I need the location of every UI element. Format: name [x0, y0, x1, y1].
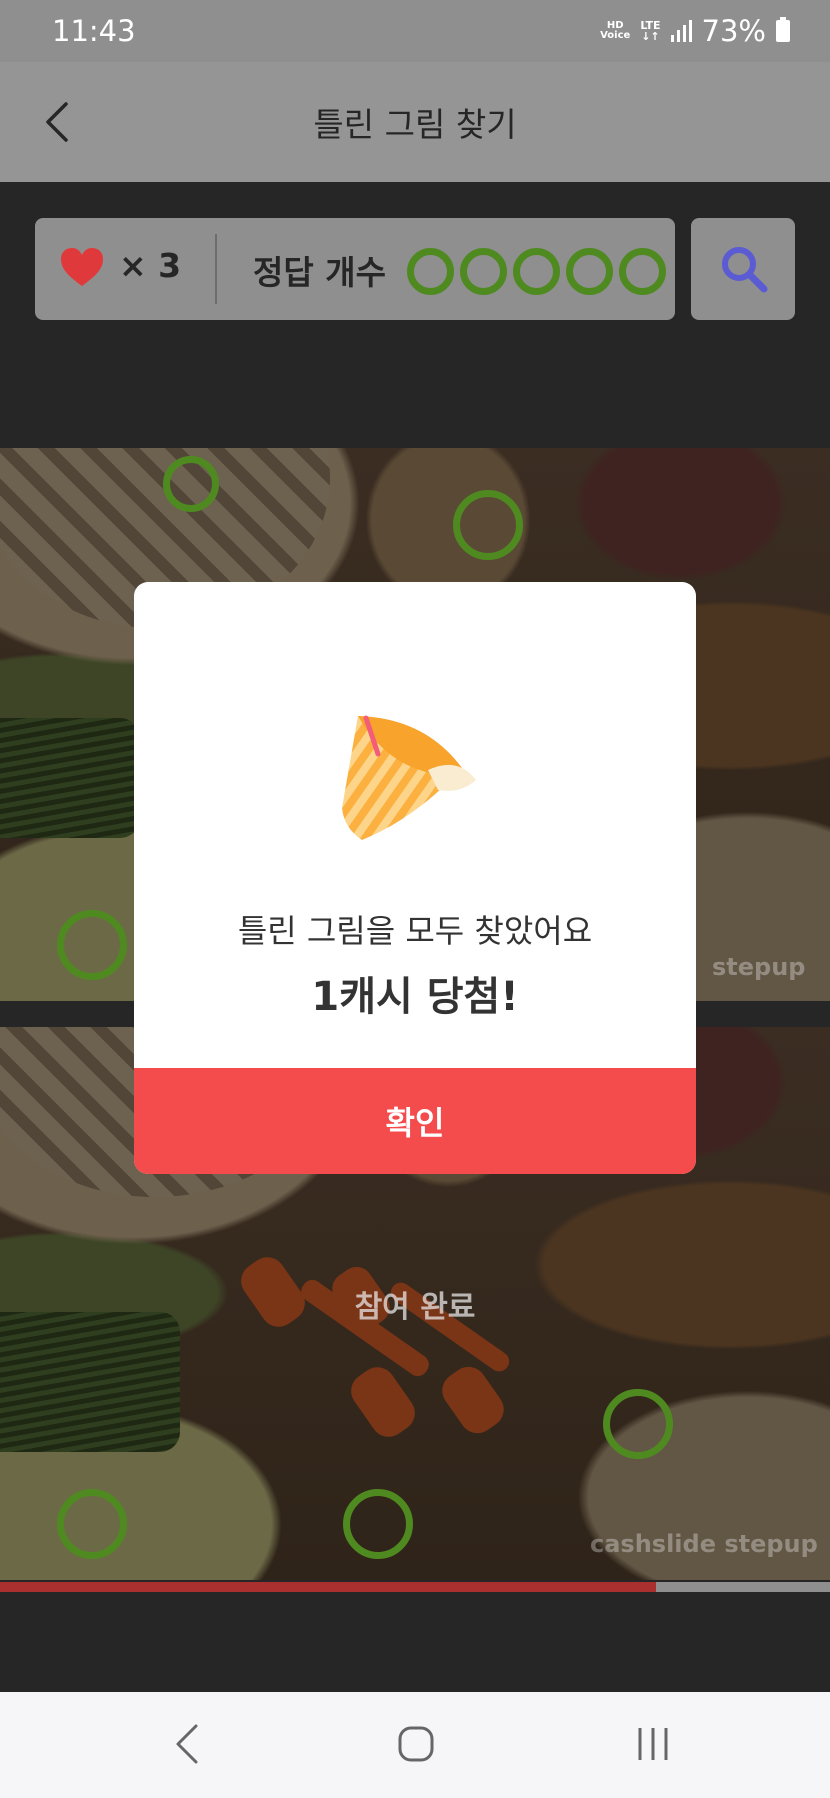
timer-progress-bar [0, 1582, 830, 1592]
lives-count: × 3 [119, 246, 182, 285]
answer-ring-icon [407, 248, 454, 295]
status-time: 11:43 [52, 14, 136, 48]
found-spot-marker [603, 1389, 673, 1459]
success-dialog: 틀린 그림을 모두 찾았어요 1캐시 당첨! 확인 [134, 582, 696, 1174]
answer-progress [407, 248, 666, 295]
dialog-reward: 1캐시 당첨! [311, 974, 519, 1020]
hd-voice-sub-label: Voice [600, 30, 631, 41]
participation-complete-label: 참여 완료 [354, 1290, 476, 1325]
dialog-message: 틀린 그림을 모두 찾았어요 [237, 912, 593, 950]
lte-arrows-icon: ↓↑ [641, 30, 660, 43]
nav-recents-icon[interactable] [636, 1726, 670, 1762]
found-spot-marker [343, 1489, 413, 1559]
title-bar: 틀린 그림 찾기 [0, 62, 830, 182]
timer-progress-fill [0, 1582, 656, 1592]
found-spot-marker [57, 1489, 127, 1559]
beans-illustration [0, 1312, 180, 1452]
answer-ring-icon [619, 248, 666, 295]
party-popper-icon [342, 715, 476, 840]
confirm-button[interactable]: 확인 [134, 1068, 696, 1174]
heart-icon [61, 248, 103, 286]
battery-percent: 73% [701, 14, 766, 48]
lte-icon: LTE ↓↑ [640, 20, 660, 42]
answer-count-label: 정답 개수 [253, 253, 386, 292]
score-panel: × 3 정답 개수 [35, 218, 675, 320]
nav-home-icon[interactable] [397, 1725, 435, 1763]
found-spot-marker [57, 910, 127, 980]
score-divider [215, 234, 217, 304]
status-bar: 11:43 HD Voice LTE ↓↑ 73% [0, 0, 830, 62]
beans-illustration [0, 718, 140, 838]
system-navigation-bar [0, 1692, 830, 1798]
status-icons: HD Voice LTE ↓↑ 73% [600, 14, 790, 48]
hint-search-button[interactable] [691, 218, 795, 320]
picture-watermark: cashslide stepup [590, 1530, 818, 1558]
found-spot-marker [163, 456, 219, 512]
found-spot-marker [453, 490, 523, 560]
picture-watermark: stepup [712, 953, 806, 981]
page-title: 틀린 그림 찾기 [313, 105, 517, 144]
answer-ring-icon [513, 248, 560, 295]
battery-icon [776, 17, 790, 42]
answer-ring-icon [460, 248, 507, 295]
nav-back-icon[interactable] [172, 1722, 202, 1766]
hd-voice-icon: HD Voice [600, 21, 630, 41]
answer-ring-icon [566, 248, 613, 295]
magnifier-icon [722, 247, 768, 293]
signal-icon [670, 20, 692, 42]
